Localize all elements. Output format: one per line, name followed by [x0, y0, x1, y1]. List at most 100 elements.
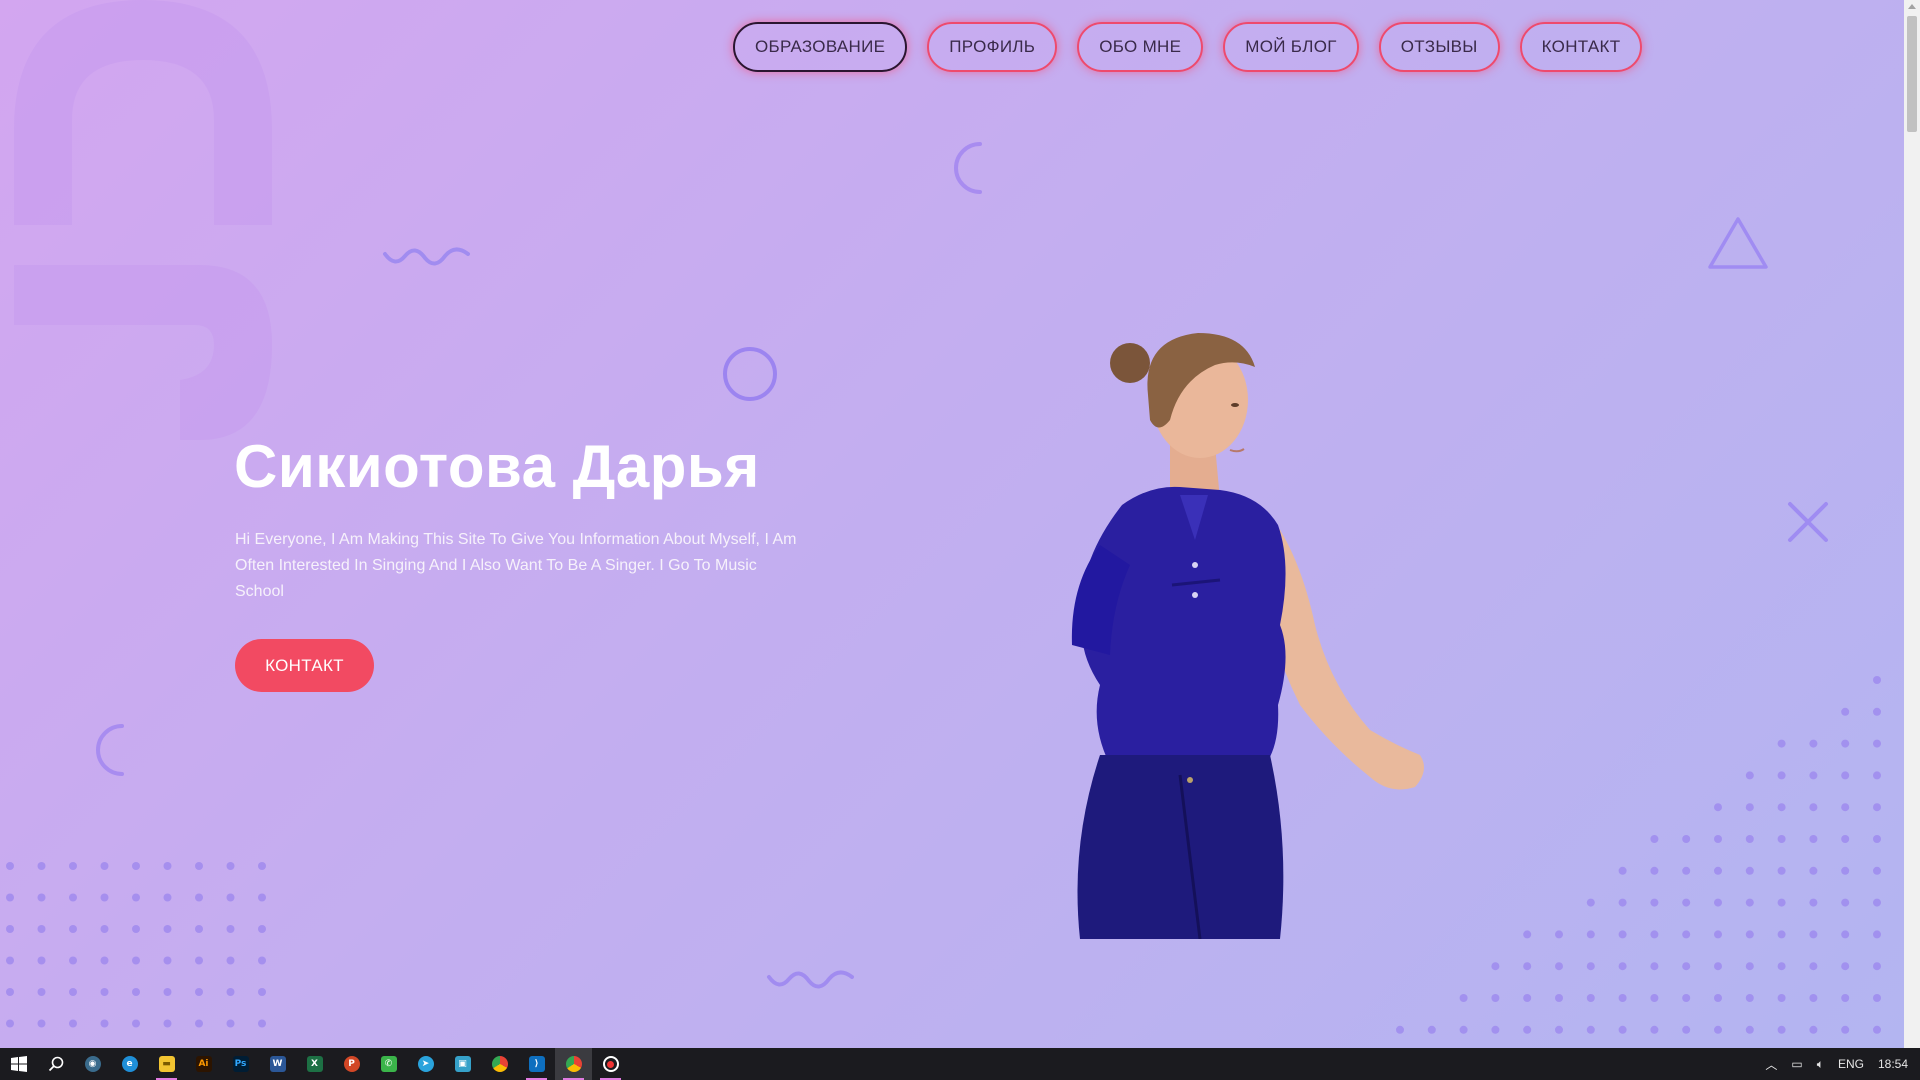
decor-dot [1873, 898, 1881, 907]
decor-dot [100, 988, 109, 996]
app-icon[interactable]: ▣ [444, 1048, 481, 1080]
search-icon[interactable] [37, 1048, 74, 1080]
decor-dot [1873, 739, 1881, 748]
decor-dot [1841, 803, 1850, 812]
circle-decoration [723, 347, 777, 401]
decor-dot [1523, 1025, 1532, 1034]
decor-dot [1809, 1025, 1818, 1034]
decor-dot [195, 956, 203, 965]
chevron-up-icon[interactable]: ︿ [1765, 1056, 1777, 1073]
page-scrollbar[interactable] [1904, 0, 1920, 1048]
decor-dot [1586, 1025, 1595, 1034]
system-tray: ︿ ▭ 🔈︎ ENG 18:54 [1765, 1048, 1920, 1080]
decor-dot [1745, 771, 1754, 780]
nav-item-reviews[interactable]: ОТЗЫВЫ [1378, 22, 1500, 72]
nav-item-profile[interactable]: ПРОФИЛЬ [927, 22, 1058, 72]
person-portrait [1071, 333, 1424, 939]
decor-dot [226, 862, 235, 870]
decor-dot [1841, 994, 1850, 1002]
decor-dot [1745, 898, 1754, 907]
decor-dot [1650, 1025, 1659, 1034]
powerpoint-icon[interactable]: P [333, 1048, 370, 1080]
decor-dot [226, 956, 235, 965]
chrome-active-icon[interactable] [555, 1048, 592, 1080]
decor-dot [1555, 1025, 1563, 1034]
decor-dot [69, 956, 77, 965]
arc-decoration [954, 142, 982, 194]
decor-dot [1682, 962, 1691, 971]
decor-dot [132, 862, 140, 870]
windows-start-icon[interactable] [0, 1048, 37, 1080]
clock[interactable]: 18:54 [1878, 1057, 1908, 1071]
decor-dot [1682, 898, 1691, 907]
hero-description: Hi Everyone, I Am Making This Site To Gi… [235, 531, 797, 600]
nav-item-about[interactable]: ОБО МНЕ [1077, 22, 1204, 72]
decor-dot [37, 956, 46, 965]
watermark-letters [14, 0, 272, 440]
decor-dot [1841, 1025, 1850, 1034]
decor-dot [1396, 1025, 1404, 1034]
dot-grid-left [6, 862, 266, 1028]
decor-dot [1777, 739, 1786, 748]
decor-dot [37, 988, 46, 996]
scroll-up-icon[interactable] [1908, 4, 1916, 9]
decor-dot [1873, 1025, 1881, 1034]
decor-dot [1809, 930, 1818, 939]
network-icon[interactable]: ▭ [1791, 1057, 1802, 1071]
vscode-icon[interactable]: ⟩ [518, 1048, 555, 1080]
decor-dot [1586, 994, 1595, 1002]
decor-dot [1459, 1025, 1468, 1034]
decor-dot [1427, 1025, 1436, 1034]
excel-icon[interactable]: X [296, 1048, 333, 1080]
chrome-icon[interactable] [481, 1048, 518, 1080]
language-indicator[interactable]: ENG [1838, 1057, 1864, 1071]
decor-dot [1491, 1025, 1500, 1034]
nav-item-contact[interactable]: КОНТАКТ [1519, 22, 1643, 72]
decor-dot [1745, 866, 1754, 875]
illustrator-icon[interactable]: Ai [185, 1048, 222, 1080]
nav-item-blog[interactable]: МОЙ БЛОГ [1223, 22, 1359, 72]
file-explorer-icon[interactable]: ▬ [148, 1048, 185, 1080]
scrollbar-thumb[interactable] [1907, 16, 1917, 132]
decor-dot [1777, 803, 1786, 812]
decor-dot [1491, 962, 1500, 971]
decor-dot [37, 1019, 46, 1028]
decor-dot [1745, 803, 1754, 812]
decor-dot [258, 988, 266, 996]
record-icon[interactable] [592, 1048, 629, 1080]
decor-dot [195, 925, 203, 933]
wave-decoration [383, 247, 470, 266]
decor-dot [163, 925, 172, 933]
decor-dot [1650, 835, 1659, 843]
decor-dot [258, 862, 266, 870]
decor-dot [1459, 994, 1468, 1002]
decor-dot [1809, 994, 1818, 1002]
decor-dot [132, 1019, 140, 1028]
whatsapp-icon[interactable]: ✆ [370, 1048, 407, 1080]
photoshop-icon[interactable]: Ps [222, 1048, 259, 1080]
decor-dot [100, 1019, 109, 1028]
contact-button[interactable]: КОНТАКТ [235, 639, 374, 692]
edge-icon[interactable]: e [111, 1048, 148, 1080]
decor-dot [1873, 707, 1881, 716]
decor-dot [1873, 962, 1881, 971]
nav-item-education[interactable]: ОБРАЗОВАНИЕ [733, 22, 908, 72]
decor-dot [6, 956, 14, 965]
volume-icon[interactable]: 🔈︎ [1817, 1057, 1824, 1072]
decor-dot [6, 862, 14, 870]
decor-dot [1873, 676, 1881, 684]
decor-dot [1650, 930, 1659, 939]
decor-dot [1873, 930, 1881, 939]
davinci-icon[interactable]: ◉ [74, 1048, 111, 1080]
telegram-icon[interactable]: ➤ [407, 1048, 444, 1080]
decor-dot [1714, 962, 1722, 971]
decor-dot [132, 925, 140, 933]
decor-dot [1650, 994, 1659, 1002]
decor-dot [37, 925, 46, 933]
decor-dot [1650, 866, 1659, 875]
wave-decoration-bottom [767, 970, 854, 989]
word-icon[interactable]: W [259, 1048, 296, 1080]
arc-decoration-left [96, 724, 124, 776]
decor-dot [1682, 835, 1691, 843]
decor-dot [69, 1019, 77, 1028]
